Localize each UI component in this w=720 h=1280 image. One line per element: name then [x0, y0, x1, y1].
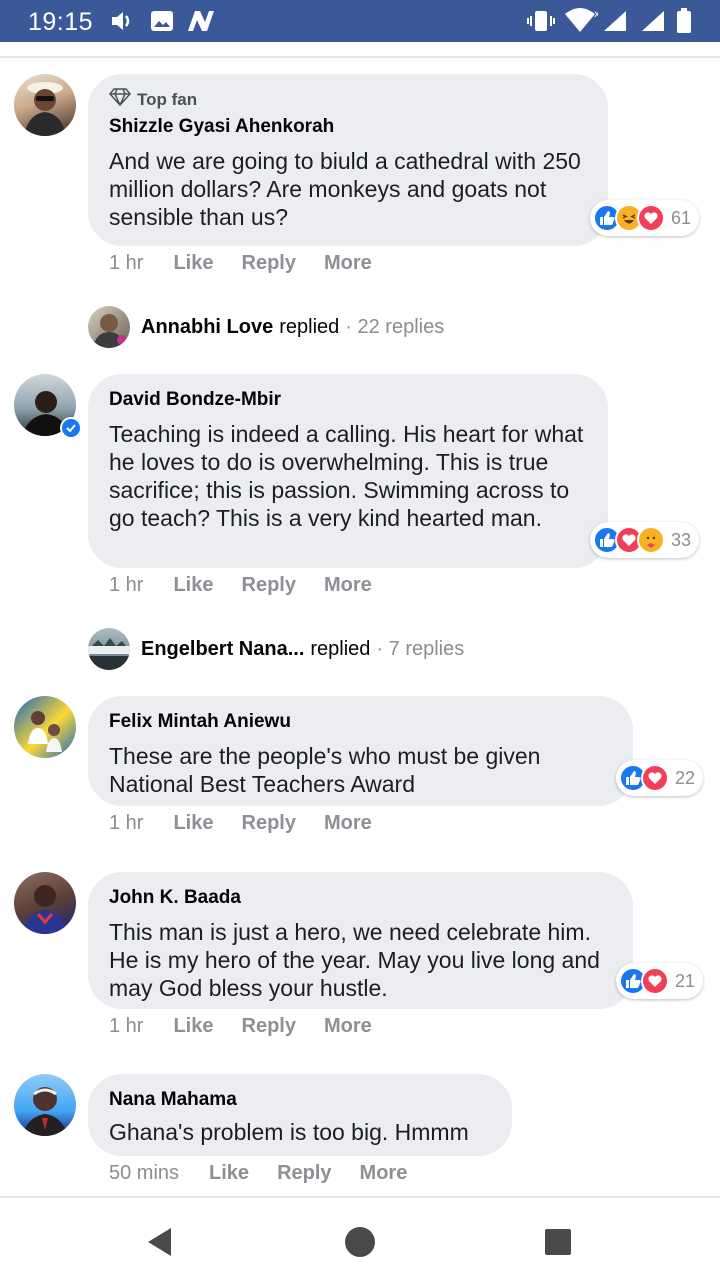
vibrate-icon: [526, 8, 556, 34]
care-reaction-icon: [637, 526, 665, 554]
comment-time: 1 hr: [109, 574, 144, 596]
comment-bubble[interactable]: Nana Mahama Ghana's problem is too big. …: [88, 1074, 512, 1156]
comment-text: This man is just a hero, we need celebra…: [109, 919, 600, 1001]
reaction-count: 21: [675, 970, 696, 991]
comment-bubble[interactable]: David Bondze-Mbir Teaching is indeed a c…: [88, 374, 608, 568]
comment-text: And we are going to biuld a cathedral wi…: [109, 148, 581, 230]
reaction-count: 61: [671, 207, 692, 228]
comment-bubble[interactable]: Felix Mintah Aniewu These are the people…: [88, 696, 633, 806]
n-logo-icon: [186, 8, 216, 34]
comment-author[interactable]: David Bondze-Mbir: [109, 388, 586, 412]
battery-icon: [676, 8, 692, 34]
reply-avatar: [88, 628, 130, 670]
diamond-icon: [109, 88, 131, 111]
more-button[interactable]: More: [324, 252, 372, 275]
wifi-icon: x: [564, 8, 598, 34]
comment-time: 50 mins: [109, 1162, 180, 1184]
more-button[interactable]: More: [324, 574, 372, 597]
reaction-summary[interactable]: 61: [590, 200, 700, 236]
more-button[interactable]: More: [324, 1015, 372, 1038]
status-time: 19:15: [28, 8, 94, 36]
comment-actions: 50 mins Like Reply More: [109, 1162, 435, 1185]
like-button[interactable]: Like: [173, 1015, 213, 1038]
comment-actions: 1 hr Like Reply More: [109, 1015, 400, 1038]
volume-icon: [110, 8, 134, 34]
reaction-summary[interactable]: 21: [616, 963, 704, 999]
reply-button[interactable]: Reply: [277, 1162, 331, 1185]
comment-author[interactable]: Nana Mahama: [109, 1088, 490, 1112]
reply-count[interactable]: · 7 replies: [376, 638, 464, 661]
reply-verb: replied: [310, 637, 371, 660]
reply-avatar: [88, 306, 130, 348]
reply-button[interactable]: Reply: [242, 812, 296, 835]
comment-bubble[interactable]: John K. Baada This man is just a hero, w…: [88, 872, 633, 1009]
comment-actions: 1 hr Like Reply More: [109, 252, 400, 275]
comment-author[interactable]: John K. Baada: [109, 886, 611, 910]
avatar[interactable]: [14, 1074, 76, 1136]
comment-text: Ghana's problem is too big. Hmmm: [109, 1119, 469, 1145]
image-icon: [150, 8, 174, 34]
back-icon[interactable]: [140, 1222, 180, 1262]
top-fan-label: Top fan: [137, 89, 198, 109]
comment-bubble[interactable]: Top fan Shizzle Gyasi Ahenkorah And we a…: [88, 74, 608, 246]
reply-author[interactable]: Annabhi Love: [141, 316, 273, 339]
reaction-summary[interactable]: 22: [616, 760, 704, 796]
like-button[interactable]: Like: [209, 1162, 249, 1185]
reaction-count: 33: [671, 529, 692, 550]
comment-actions: 1 hr Like Reply More: [109, 574, 400, 597]
like-button[interactable]: Like: [173, 252, 213, 275]
status-bar: 19:15 x: [0, 0, 720, 42]
signal-icon-2: [640, 8, 666, 34]
comment-time: 1 hr: [109, 812, 144, 834]
recents-icon[interactable]: [538, 1222, 578, 1262]
like-button[interactable]: Like: [173, 574, 213, 597]
view-replies-row[interactable]: Annabhi Love replied · 22 replies: [88, 306, 444, 348]
more-button[interactable]: More: [360, 1162, 408, 1185]
signal-icon: [602, 8, 628, 34]
love-reaction-icon: [637, 204, 665, 232]
home-icon[interactable]: [340, 1222, 380, 1262]
reply-button[interactable]: Reply: [242, 1015, 296, 1038]
more-button[interactable]: More: [324, 812, 372, 835]
comment-text: Teaching is indeed a calling. His heart …: [109, 421, 584, 531]
comment-text: These are the people's who must be given…: [109, 743, 541, 797]
view-replies-row[interactable]: Engelbert Nana... replied · 7 replies: [88, 628, 464, 670]
reaction-summary[interactable]: 33: [590, 522, 700, 558]
love-reaction-icon: [641, 764, 669, 792]
comment-actions: 1 hr Like Reply More: [109, 812, 400, 835]
top-fan-badge: Top fan: [109, 88, 586, 111]
reply-count[interactable]: · 22 replies: [345, 316, 444, 339]
comment-time: 1 hr: [109, 252, 144, 274]
verified-badge-icon: [60, 417, 82, 439]
reply-verb: replied: [279, 315, 340, 338]
avatar[interactable]: [14, 696, 76, 758]
top-divider: [0, 56, 720, 58]
system-nav-bar: [0, 1196, 720, 1280]
reply-button[interactable]: Reply: [242, 574, 296, 597]
comment-time: 1 hr: [109, 1015, 144, 1037]
avatar[interactable]: [14, 74, 76, 136]
comment-author[interactable]: Felix Mintah Aniewu: [109, 710, 611, 734]
love-reaction-icon: [641, 967, 669, 995]
reply-button[interactable]: Reply: [242, 252, 296, 275]
reply-author[interactable]: Engelbert Nana...: [141, 638, 304, 661]
like-button[interactable]: Like: [173, 812, 213, 835]
reaction-count: 22: [675, 767, 696, 788]
comment-author[interactable]: Shizzle Gyasi Ahenkorah: [109, 115, 586, 139]
svg-text:x: x: [594, 9, 598, 20]
avatar[interactable]: [14, 872, 76, 934]
